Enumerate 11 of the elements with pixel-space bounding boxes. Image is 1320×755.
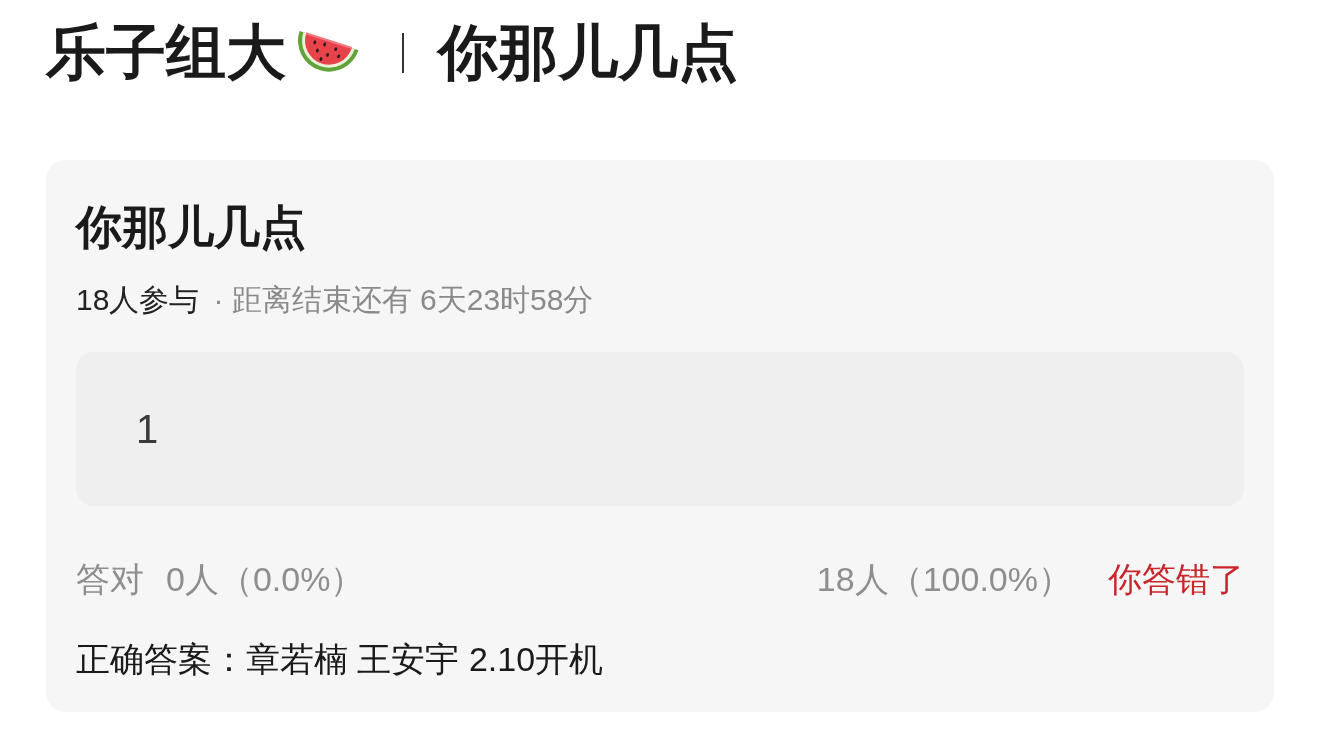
verdict-text: 你答错了 [1108,559,1244,600]
quiz-title: 你那儿几点 [76,200,307,255]
correct-label: 答对 [76,559,144,600]
group-name: 乐子组大 [46,18,286,88]
correct-count: 0人（0.0%） [166,559,365,600]
correct-answer-text: 正确答案：章若楠 王安宇 2.10开机 [76,639,605,680]
wrong-count: 18人（100.0%） [816,559,1072,600]
page-title: 你那儿几点 [438,18,738,88]
answer-box: 1 [76,352,1244,506]
countdown-text: · 距离结束还有 6天23时58分 [213,282,594,318]
participant-count: 18人参与 [76,282,200,318]
